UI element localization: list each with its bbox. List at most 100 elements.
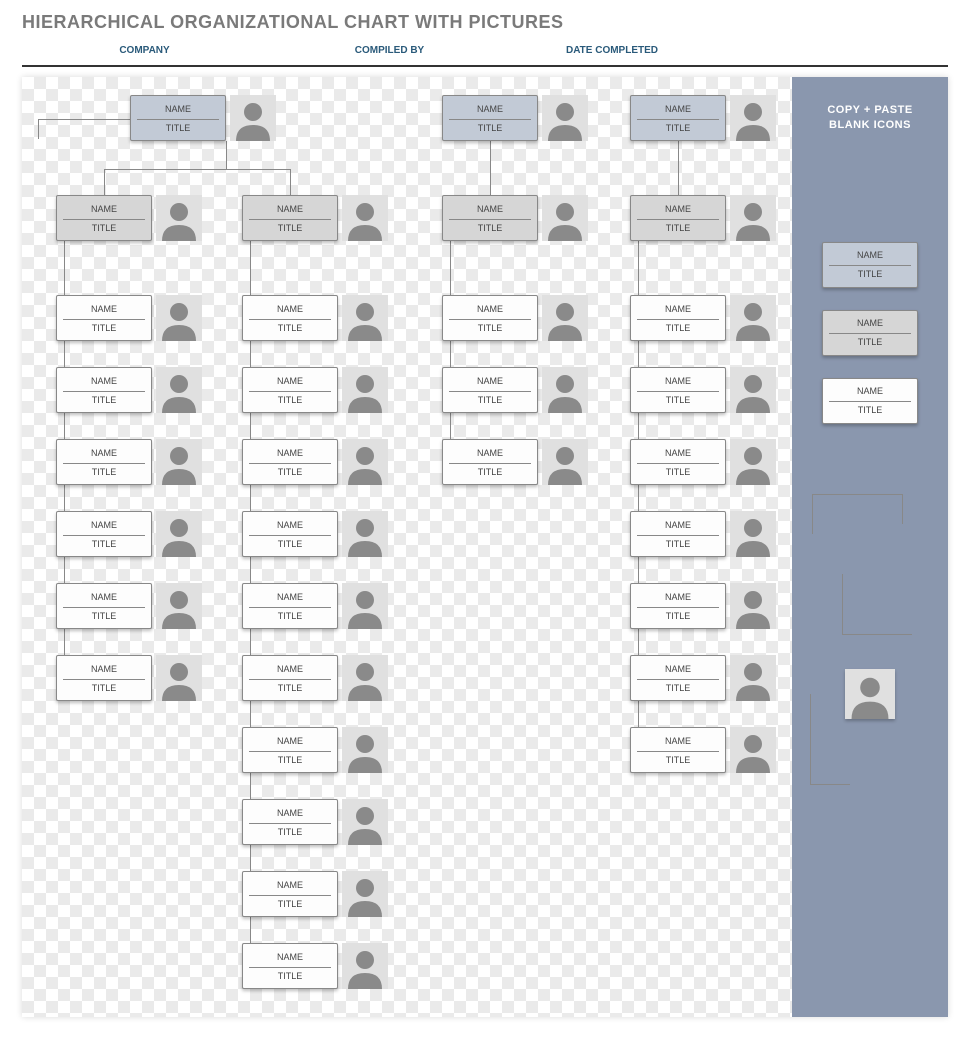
card-title-field[interactable]: TITLE (478, 467, 503, 477)
card-title-field[interactable]: TITLE (278, 827, 303, 837)
ceo-card[interactable]: NAME TITLE (130, 95, 226, 141)
card-title-field[interactable]: TITLE (92, 323, 117, 333)
employee-card[interactable]: NAME TITLE (242, 511, 338, 557)
card-title-field[interactable]: TITLE (478, 323, 503, 333)
card-name-field[interactable]: NAME (249, 592, 331, 608)
employee-card[interactable]: NAME TITLE (242, 295, 338, 341)
manager-card[interactable]: NAME TITLE (242, 195, 338, 241)
blank-avatar-icon[interactable] (845, 669, 895, 719)
employee-card[interactable]: NAME TITLE (242, 943, 338, 989)
card-title-field[interactable]: TITLE (92, 467, 117, 477)
employee-card[interactable]: NAME TITLE (630, 367, 726, 413)
card-title-field[interactable]: TITLE (478, 223, 503, 233)
card-name-field[interactable]: NAME (249, 204, 331, 220)
card-title-field[interactable]: TITLE (278, 683, 303, 693)
card-title-field[interactable]: TITLE (92, 539, 117, 549)
ceo-card[interactable]: NAME TITLE (630, 95, 726, 141)
card-name-field[interactable]: NAME (63, 520, 145, 536)
card-name-field[interactable]: NAME (449, 376, 531, 392)
card-title-field[interactable]: TITLE (478, 395, 503, 405)
card-name-field[interactable]: NAME (249, 880, 331, 896)
card-name-field[interactable]: NAME (249, 376, 331, 392)
card-name-field[interactable]: NAME (137, 104, 219, 120)
header-company[interactable]: COMPANY (22, 45, 267, 65)
card-title-field[interactable]: TITLE (92, 223, 117, 233)
employee-card[interactable]: NAME TITLE (242, 799, 338, 845)
card-title-field[interactable]: TITLE (278, 539, 303, 549)
employee-card[interactable]: NAME TITLE (56, 511, 152, 557)
card-title-field[interactable]: TITLE (666, 395, 691, 405)
card-title-field[interactable]: TITLE (666, 123, 691, 133)
card-title-field[interactable]: TITLE (858, 269, 883, 279)
card-name-field[interactable]: NAME (637, 204, 719, 220)
card-name-field[interactable]: NAME (63, 304, 145, 320)
employee-card[interactable]: NAME TITLE (56, 439, 152, 485)
card-title-field[interactable]: TITLE (666, 683, 691, 693)
card-name-field[interactable]: NAME (637, 104, 719, 120)
card-name-field[interactable]: NAME (637, 304, 719, 320)
employee-card[interactable]: NAME TITLE (630, 583, 726, 629)
ceo-card[interactable]: NAME TITLE (442, 95, 538, 141)
card-title-field[interactable]: TITLE (92, 611, 117, 621)
card-name-field[interactable]: NAME (249, 736, 331, 752)
card-name-field[interactable]: NAME (63, 592, 145, 608)
employee-card[interactable]: NAME TITLE (56, 367, 152, 413)
card-name-field[interactable]: NAME (829, 386, 911, 402)
employee-card[interactable]: NAME TITLE (442, 295, 538, 341)
card-title-field[interactable]: TITLE (278, 971, 303, 981)
employee-card[interactable]: NAME TITLE (630, 439, 726, 485)
manager-card[interactable]: NAME TITLE (56, 195, 152, 241)
card-name-field[interactable]: NAME (637, 448, 719, 464)
card-title-field[interactable]: TITLE (278, 611, 303, 621)
employee-card[interactable]: NAME TITLE (56, 583, 152, 629)
card-name-field[interactable]: NAME (63, 204, 145, 220)
manager-card[interactable]: NAME TITLE (442, 195, 538, 241)
card-title-field[interactable]: TITLE (858, 337, 883, 347)
manager-card[interactable]: NAME TITLE (630, 195, 726, 241)
employee-card[interactable]: NAME TITLE (56, 655, 152, 701)
employee-card[interactable]: NAME TITLE (442, 439, 538, 485)
card-name-field[interactable]: NAME (449, 448, 531, 464)
card-name-field[interactable]: NAME (63, 664, 145, 680)
card-name-field[interactable]: NAME (63, 376, 145, 392)
blank-manager-card[interactable]: NAME TITLE (822, 310, 918, 356)
header-date-completed[interactable]: DATE COMPLETED (512, 45, 712, 65)
card-title-field[interactable]: TITLE (666, 223, 691, 233)
card-title-field[interactable]: TITLE (478, 123, 503, 133)
employee-card[interactable]: NAME TITLE (630, 295, 726, 341)
card-name-field[interactable]: NAME (637, 376, 719, 392)
card-title-field[interactable]: TITLE (666, 323, 691, 333)
card-title-field[interactable]: TITLE (666, 755, 691, 765)
employee-card[interactable]: NAME TITLE (630, 511, 726, 557)
card-name-field[interactable]: NAME (449, 304, 531, 320)
card-title-field[interactable]: TITLE (92, 395, 117, 405)
card-name-field[interactable]: NAME (637, 592, 719, 608)
card-name-field[interactable]: NAME (637, 664, 719, 680)
card-name-field[interactable]: NAME (449, 204, 531, 220)
header-compiled-by[interactable]: COMPILED BY (267, 45, 512, 65)
card-name-field[interactable]: NAME (249, 520, 331, 536)
employee-card[interactable]: NAME TITLE (242, 655, 338, 701)
card-title-field[interactable]: TITLE (666, 539, 691, 549)
card-title-field[interactable]: TITLE (278, 223, 303, 233)
card-name-field[interactable]: NAME (249, 304, 331, 320)
employee-card[interactable]: NAME TITLE (242, 727, 338, 773)
employee-card[interactable]: NAME TITLE (630, 655, 726, 701)
card-name-field[interactable]: NAME (249, 448, 331, 464)
card-title-field[interactable]: TITLE (166, 123, 191, 133)
card-title-field[interactable]: TITLE (666, 467, 691, 477)
card-title-field[interactable]: TITLE (278, 467, 303, 477)
blank-employee-card[interactable]: NAME TITLE (822, 378, 918, 424)
blank-ceo-card[interactable]: NAME TITLE (822, 242, 918, 288)
card-title-field[interactable]: TITLE (858, 405, 883, 415)
card-name-field[interactable]: NAME (829, 318, 911, 334)
card-title-field[interactable]: TITLE (278, 755, 303, 765)
employee-card[interactable]: NAME TITLE (242, 439, 338, 485)
card-name-field[interactable]: NAME (637, 520, 719, 536)
card-name-field[interactable]: NAME (449, 104, 531, 120)
employee-card[interactable]: NAME TITLE (630, 727, 726, 773)
card-name-field[interactable]: NAME (637, 736, 719, 752)
card-title-field[interactable]: TITLE (278, 395, 303, 405)
employee-card[interactable]: NAME TITLE (242, 367, 338, 413)
card-name-field[interactable]: NAME (829, 250, 911, 266)
